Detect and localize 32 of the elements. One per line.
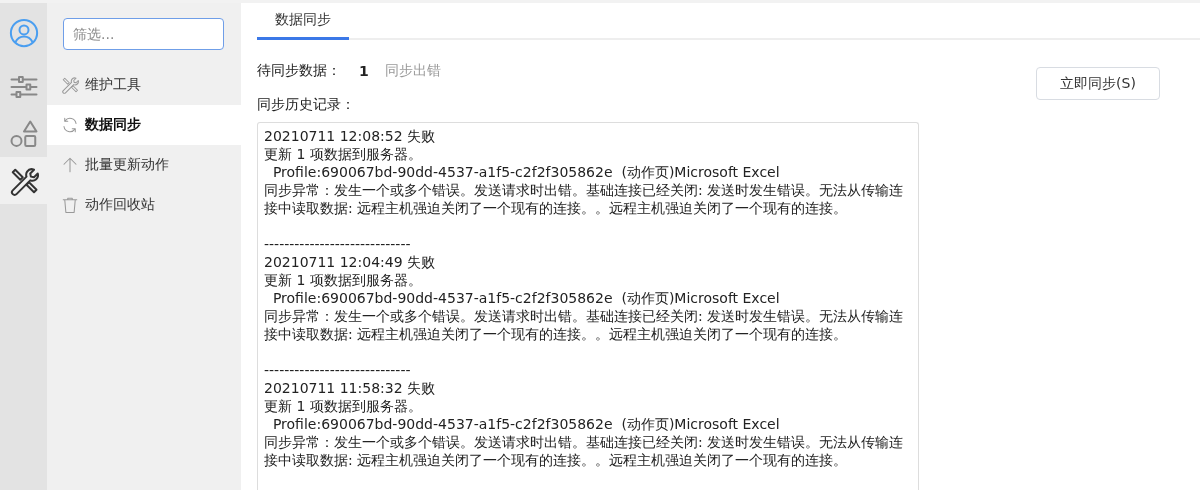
sync-now-button[interactable]: 立即同步(S) (1036, 67, 1160, 100)
log-line: 同步异常：发生一个或多个错误。发送请求时出错。基础连接已经关闭: 发送时发生错误。无法从传输连接中读取数据: 远程主机强迫关闭了一个现有的连接。。远程主机强迫关闭了一个现有的连接。 (264, 433, 905, 469)
up-arrow-icon (61, 156, 79, 174)
tools-icon (61, 76, 79, 94)
separator-line: ----------------------------- (264, 235, 412, 253)
refresh-icon (61, 116, 79, 134)
separator-line: ----------------------------- (264, 361, 412, 379)
log-line: 同步异常：发生一个或多个错误。发送请求时出错。基础连接已经关闭: 发送时发生错误。无法从传输连接中读取数据: 远程主机强迫关闭了一个现有的连接。。远程主机强迫关闭了一个现有的连接。 (264, 181, 905, 217)
filter-field[interactable]: 筛选... (63, 18, 224, 50)
tab[interactable]: 数据同步 (257, 3, 349, 40)
history-label: 同步历史记录： (257, 96, 356, 114)
log-line: 同步异常：发生一个或多个错误。发送请求时出错。基础连接已经关闭: 发送时发生错误。无法从传输连接中读取数据: 远程主机强迫关闭了一个现有的连接。。远程主机强迫关闭了一个现有的连接。 (264, 307, 905, 343)
trash-icon (61, 196, 79, 214)
log-header: 20210711 12:04:49 失败 (264, 253, 437, 271)
log-line: 更新 1 项数据到服务器。 (264, 271, 423, 289)
log-line: 更新 1 项数据到服务器。 (264, 397, 423, 415)
user-icon (8, 18, 39, 48)
sidebar-item[interactable]: 动作回收站 (47, 185, 241, 225)
log-line: Profile:690067bd-90dd-4537-a1f5-c2f2f305862e (动作页)Microsoft Excel (271, 163, 781, 181)
sidebar-item[interactable]: 维护工具 (47, 65, 241, 105)
log-header: 20210711 11:58:32 失败 (264, 379, 437, 397)
log-line: 更新 1 项数据到服务器。 (264, 145, 423, 163)
sidebar-item[interactable]: 批量更新动作 (47, 145, 241, 185)
log-line: Profile:690067bd-90dd-4537-a1f5-c2f2f305862e (动作页)Microsoft Excel (271, 415, 781, 433)
log-line: Profile:690067bd-90dd-4537-a1f5-c2f2f305862e (动作页)Microsoft Excel (271, 289, 781, 307)
rail-tab[interactable] (0, 157, 47, 204)
pending-count: 1 (359, 63, 369, 79)
tools-icon (8, 165, 39, 196)
sidebar-item[interactable]: 数据同步 (47, 105, 241, 145)
shapes-icon (8, 118, 39, 149)
pending-label: 待同步数据： (257, 62, 341, 80)
log-header: 20210711 12:08:52 失败 (264, 127, 437, 145)
